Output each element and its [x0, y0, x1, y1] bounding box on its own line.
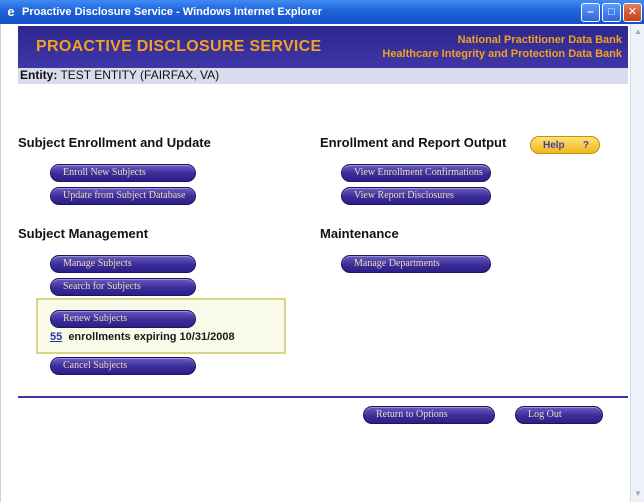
expiring-count-link[interactable]: 55	[50, 331, 62, 343]
page-banner: PROACTIVE DISCLOSURE SERVICE National Pr…	[18, 26, 628, 68]
manage-departments-button[interactable]: Manage Departments	[341, 255, 491, 273]
scroll-up-icon[interactable]: ▲	[632, 26, 644, 38]
org-line-1: National Practitioner Data Bank	[457, 34, 622, 46]
renew-subjects-button[interactable]: Renew Subjects	[50, 310, 196, 328]
help-question-icon: ?	[582, 139, 589, 151]
view-enrollment-confirmations-button[interactable]: View Enrollment Confirmations	[341, 164, 491, 182]
scroll-down-icon[interactable]: ▼	[632, 488, 644, 500]
search-for-subjects-button[interactable]: Search for Subjects	[50, 278, 196, 296]
entity-value: TEST ENTITY (FAIRFAX, VA)	[60, 68, 220, 82]
org-name: National Practitioner Data Bank Healthca…	[382, 33, 622, 61]
heading-maintenance: Maintenance	[320, 226, 399, 241]
heading-subject-management: Subject Management	[18, 226, 149, 241]
ie-logo-icon: e	[7, 4, 15, 19]
window-titlebar: e Proactive Disclosure Service - Windows…	[0, 0, 644, 24]
maximize-icon[interactable]: □	[602, 2, 621, 22]
minimize-icon[interactable]: ‒	[581, 2, 600, 22]
return-to-options-button[interactable]: Return to Options	[363, 406, 495, 424]
close-icon[interactable]: ✕	[623, 2, 642, 22]
entity-bar: Entity: TEST ENTITY (FAIRFAX, VA)	[18, 68, 628, 84]
manage-subjects-button[interactable]: Manage Subjects	[50, 255, 196, 273]
expiring-text: enrollments expiring 10/31/2008	[68, 331, 235, 343]
vertical-scrollbar[interactable]: ▲ ▼	[630, 24, 644, 502]
cancel-subjects-button[interactable]: Cancel Subjects	[50, 357, 196, 375]
footer-divider	[18, 396, 628, 398]
entity-label: Entity:	[20, 68, 58, 82]
window-title: Proactive Disclosure Service - Windows I…	[22, 6, 323, 18]
help-label: Help	[543, 139, 565, 151]
log-out-button[interactable]: Log Out	[515, 406, 603, 424]
heading-enrollment-update: Subject Enrollment and Update	[18, 135, 211, 150]
expiring-enrollments-notice: 55 enrollments expiring 10/31/2008	[50, 331, 235, 343]
org-line-2: Healthcare Integrity and Protection Data…	[382, 48, 622, 60]
window-controls: ‒ □ ✕	[581, 2, 642, 22]
enroll-new-subjects-button[interactable]: Enroll New Subjects	[50, 164, 196, 182]
help-button[interactable]: Help ?	[530, 136, 600, 154]
update-from-database-button[interactable]: Update from Subject Database	[50, 187, 196, 205]
view-report-disclosures-button[interactable]: View Report Disclosures	[341, 187, 491, 205]
service-title: PROACTIVE DISCLOSURE SERVICE	[36, 38, 322, 55]
heading-enrollment-output: Enrollment and Report Output	[320, 135, 507, 150]
